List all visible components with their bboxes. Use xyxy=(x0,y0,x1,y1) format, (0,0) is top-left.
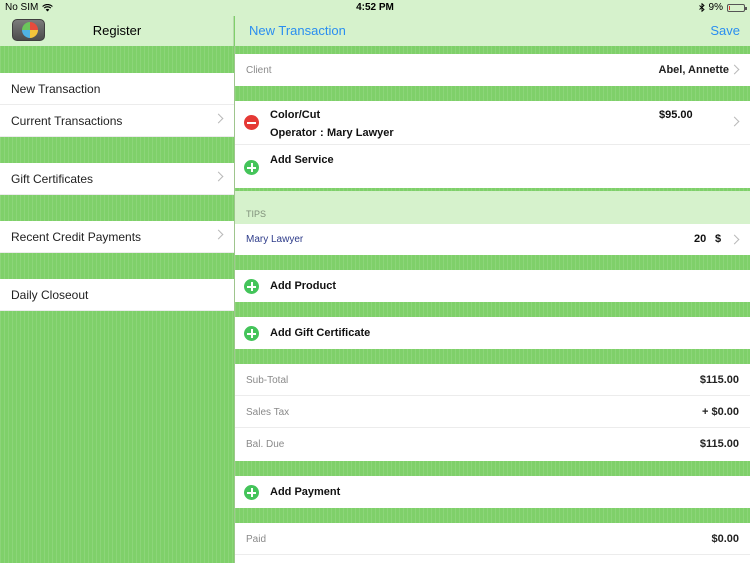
client-label: Client xyxy=(246,65,272,76)
service-row[interactable]: Color/Cut $95.00 Operator : Mary Lawyer xyxy=(235,101,750,145)
chevron-right-icon xyxy=(213,171,224,182)
chevron-right-icon xyxy=(213,229,224,240)
chevron-right-icon xyxy=(213,113,224,124)
menu-item-recent-credit-payments[interactable]: Recent Credit Payments xyxy=(0,221,234,253)
add-payment-icon[interactable] xyxy=(244,485,259,500)
subtotal-value: $115.00 xyxy=(699,374,739,386)
menu-item-label: Current Transactions xyxy=(11,114,123,128)
totals-section: Sub-Total $115.00 Sales Tax + $0.00 Bal.… xyxy=(235,364,750,461)
menu-item-daily-closeout[interactable]: Daily Closeout xyxy=(0,279,234,311)
transaction-nav-bar: New Transaction Save xyxy=(235,16,750,46)
client-row[interactable]: Client Abel, Annette xyxy=(235,54,750,86)
transaction-detail: Client Abel, Annette Color/Cut $95.00 Op… xyxy=(235,46,750,563)
chevron-right-icon xyxy=(729,64,740,75)
add-payment-label: Add Payment xyxy=(270,486,341,498)
paid-value: $0.00 xyxy=(711,533,739,545)
add-gift-certificate-label: Add Gift Certificate xyxy=(270,327,371,339)
add-gift-certificate-row[interactable]: Add Gift Certificate xyxy=(235,317,750,349)
menu-item-gift-certificates[interactable]: Gift Certificates xyxy=(0,163,234,195)
menu-item-label: New Transaction xyxy=(11,82,101,96)
add-product-label: Add Product xyxy=(270,280,336,292)
chevron-right-icon xyxy=(729,116,740,127)
remove-service-icon[interactable] xyxy=(244,115,259,130)
battery-fill xyxy=(729,5,730,10)
tips-section-header: TIPS xyxy=(235,191,750,224)
paid-row: Paid $0.00 xyxy=(235,523,750,555)
register-nav-bar: Register xyxy=(0,16,234,46)
bluetooth-icon xyxy=(698,3,705,12)
operator-label: Operator xyxy=(270,127,317,139)
balance-due-row: Bal. Due $115.00 xyxy=(235,428,750,461)
subtotal-row: Sub-Total $115.00 xyxy=(235,364,750,396)
menu-item-label: Daily Closeout xyxy=(11,288,89,302)
tip-row[interactable]: Mary Lawyer 20 $ xyxy=(235,224,750,255)
paid-label: Paid xyxy=(246,534,267,545)
service-name: Color/Cut xyxy=(270,109,321,121)
new-transaction-nav-link[interactable]: New Transaction xyxy=(249,23,346,38)
nav-title-register: Register xyxy=(92,23,142,38)
save-button[interactable]: Save xyxy=(710,23,740,38)
operator-separator: : xyxy=(320,127,324,139)
menu-item-current-transactions[interactable]: Current Transactions xyxy=(0,105,234,137)
status-right: 9% xyxy=(698,2,747,13)
operator-value: Mary Lawyer xyxy=(327,127,394,139)
register-menu: New Transaction Current Transactions Gif… xyxy=(0,46,234,563)
add-payment-row[interactable]: Add Payment xyxy=(235,476,750,508)
sales-tax-row: Sales Tax + $0.00 xyxy=(235,396,750,428)
balance-due-label: Bal. Due xyxy=(246,439,285,450)
add-gift-certificate-icon[interactable] xyxy=(244,326,259,341)
status-bar: No SIM 4:52 PM 9% xyxy=(0,0,750,16)
sales-tax-label: Sales Tax xyxy=(246,407,290,418)
sales-tax-value: + $0.00 xyxy=(701,406,739,418)
battery-percent: 9% xyxy=(708,2,723,13)
services-section: Color/Cut $95.00 Operator : Mary Lawyer … xyxy=(235,101,750,188)
subtotal-label: Sub-Total xyxy=(246,375,289,386)
clock: 4:52 PM xyxy=(356,2,394,13)
add-service-label: Add Service xyxy=(270,154,334,166)
chevron-right-icon xyxy=(729,234,740,245)
tips-header-label: TIPS xyxy=(246,209,267,219)
client-value: Abel, Annette xyxy=(658,64,730,76)
service-price: $95.00 xyxy=(659,109,693,121)
battery-icon xyxy=(727,3,747,12)
menu-item-label: Recent Credit Payments xyxy=(11,230,142,244)
tip-amount: 20 xyxy=(694,233,707,245)
add-service-icon[interactable] xyxy=(244,160,259,175)
tip-currency: $ xyxy=(715,233,722,245)
next-row-partial xyxy=(235,555,750,563)
add-product-row[interactable]: Add Product xyxy=(235,270,750,302)
menu-item-new-transaction[interactable]: New Transaction xyxy=(0,73,234,105)
add-product-icon[interactable] xyxy=(244,279,259,294)
add-service-row[interactable]: Add Service xyxy=(235,145,750,188)
tip-operator-name: Mary Lawyer xyxy=(246,234,304,245)
balance-due-value: $115.00 xyxy=(699,438,739,450)
menu-item-label: Gift Certificates xyxy=(11,172,94,186)
